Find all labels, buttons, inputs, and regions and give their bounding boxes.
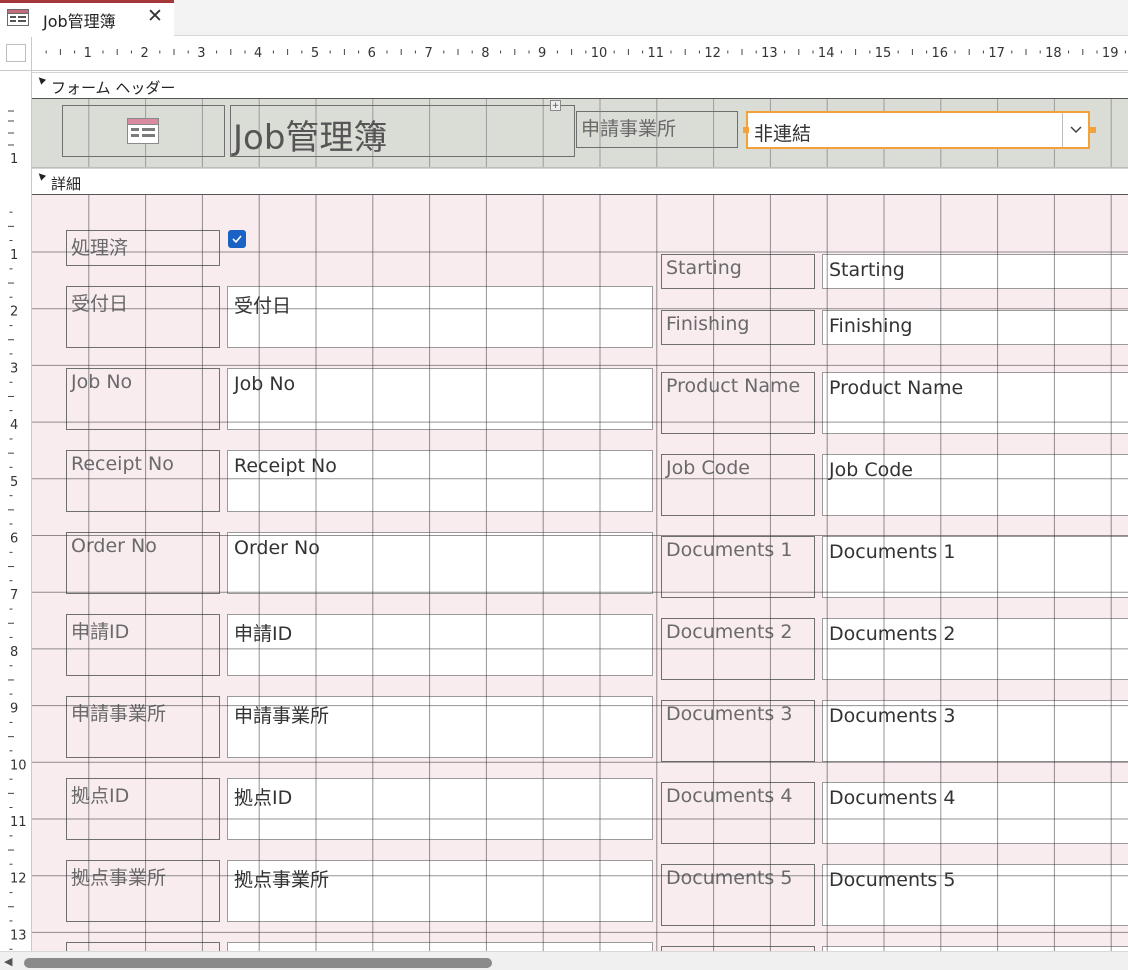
processed-checkbox[interactable] xyxy=(228,230,246,248)
label-order-no[interactable]: Order No xyxy=(66,532,220,594)
ruler-label: 12 xyxy=(10,872,27,887)
label-job-no[interactable]: Job No xyxy=(66,368,220,430)
label-base-id[interactable]: 拠点ID xyxy=(66,778,220,840)
ruler-label: 8 xyxy=(10,645,18,660)
ruler-label: 6 xyxy=(368,46,376,61)
ruler-label: 5 xyxy=(10,475,18,490)
documents-5-field[interactable]: Documents 5 xyxy=(822,864,1128,926)
resize-handle[interactable] xyxy=(743,127,749,133)
label-starting[interactable]: Starting xyxy=(661,254,815,289)
ruler-label: 9 xyxy=(538,46,546,61)
ruler-label: 13 xyxy=(10,928,27,943)
office-combo-value: 非連結 xyxy=(754,123,812,145)
label-receipt-no[interactable]: Receipt No xyxy=(66,450,220,512)
ruler-label: 7 xyxy=(424,46,432,61)
application-office-field[interactable]: 申請事業所 xyxy=(227,696,653,758)
label-job-code[interactable]: Job Code xyxy=(661,454,815,516)
form-header-section-bar[interactable]: ▲ フォーム ヘッダー xyxy=(32,72,1128,99)
section-arrow-icon: ▲ xyxy=(35,170,48,182)
ruler-label: 2 xyxy=(10,305,18,320)
form-icon xyxy=(7,9,29,26)
detail-section-bar[interactable]: ▲ 詳細 xyxy=(32,168,1128,195)
field-cut-off[interactable] xyxy=(227,942,653,951)
form-header-section-label: フォーム ヘッダー xyxy=(51,79,176,97)
scrollbar-thumb[interactable] xyxy=(24,958,492,968)
starting-field[interactable]: Starting xyxy=(822,254,1128,289)
close-icon[interactable]: ✕ xyxy=(145,5,165,27)
label-cut-off[interactable] xyxy=(66,942,220,951)
job-no-field[interactable]: Job No xyxy=(227,368,653,430)
documents-3-field[interactable]: Documents 3 xyxy=(822,700,1128,762)
office-combo-box[interactable]: 非連結 xyxy=(746,111,1090,149)
base-office-field[interactable]: 拠点事業所 xyxy=(227,860,653,922)
ruler-label: 11 xyxy=(648,46,665,61)
ruler-label: 1 xyxy=(10,248,18,263)
label-base-office[interactable]: 拠点事業所 xyxy=(66,860,220,922)
ruler-label: 10 xyxy=(10,758,27,773)
move-handle-icon[interactable]: + xyxy=(550,100,561,111)
ruler-label: 1 xyxy=(10,152,18,167)
ruler-label: 18 xyxy=(1045,46,1062,61)
label-processed[interactable]: 処理済 xyxy=(66,230,220,266)
horizontal-ruler: 1 2 3 4 5 6 7 8 9 10 11 12 13 14 15 16 17 18 19 xyxy=(32,37,1128,71)
ruler-label: 7 xyxy=(10,588,18,603)
label-application-office[interactable]: 申請事業所 xyxy=(66,696,220,758)
ruler-label: 3 xyxy=(197,46,205,61)
label-received-date[interactable]: 受付日 xyxy=(66,286,220,348)
ruler-label: 14 xyxy=(818,46,835,61)
base-id-field[interactable]: 拠点ID xyxy=(227,778,653,840)
ruler-label: 10 xyxy=(591,46,608,61)
label-documents-5[interactable]: Documents 5 xyxy=(661,864,815,926)
section-arrow-icon: ▲ xyxy=(35,74,48,86)
ruler-label: 6 xyxy=(10,532,18,547)
label-finishing[interactable]: Finishing xyxy=(661,310,815,345)
label-product-name[interactable]: Product Name xyxy=(661,372,815,434)
order-no-field[interactable]: Order No xyxy=(227,532,653,594)
label-application-id[interactable]: 申請ID xyxy=(66,614,220,676)
ruler-label: 3 xyxy=(10,361,18,376)
vertical-ruler: 1 1 2 3 4 5 6 7 8 9 10 11 12 13 xyxy=(0,71,32,951)
ruler-label: 15 xyxy=(875,46,892,61)
form-icon xyxy=(127,118,159,144)
label-documents-2[interactable]: Documents 2 xyxy=(661,618,815,680)
ruler-label: 1 xyxy=(84,46,92,61)
ruler-label: 8 xyxy=(481,46,489,61)
tab-title: Job管理簿 xyxy=(43,12,116,31)
ruler-label: 19 xyxy=(1102,46,1119,61)
ruler-label: 4 xyxy=(254,46,262,61)
ruler-label: 16 xyxy=(932,46,949,61)
logo-frame[interactable] xyxy=(62,105,225,157)
documents-1-field[interactable]: Documents 1 xyxy=(822,536,1128,598)
product-name-field[interactable]: Product Name xyxy=(822,372,1128,434)
office-label[interactable]: 申請事業所 xyxy=(576,111,738,148)
label-documents-3[interactable]: Documents 3 xyxy=(661,700,815,762)
ruler-label: 12 xyxy=(704,46,721,61)
job-code-field[interactable]: Job Code xyxy=(822,454,1128,516)
ruler-label: 2 xyxy=(140,46,148,61)
detail-section-label: 詳細 xyxy=(51,175,82,193)
documents-2-field[interactable]: Documents 2 xyxy=(822,618,1128,680)
receipt-no-field[interactable]: Receipt No xyxy=(227,450,653,512)
ruler-label: 9 xyxy=(10,702,18,717)
received-date-field[interactable]: 受付日 xyxy=(227,286,653,348)
chevron-down-icon[interactable] xyxy=(1062,113,1088,147)
ruler-label: 17 xyxy=(988,46,1005,61)
ruler-label: 11 xyxy=(10,815,27,830)
form-selector[interactable] xyxy=(6,44,26,62)
finishing-field[interactable]: Finishing xyxy=(822,310,1128,345)
application-id-field[interactable]: 申請ID xyxy=(227,614,653,676)
label-documents-1[interactable]: Documents 1 xyxy=(661,536,815,598)
form-title[interactable]: Job管理簿 xyxy=(230,105,575,158)
label-documents-4[interactable]: Documents 4 xyxy=(661,782,815,844)
ruler-label: 5 xyxy=(311,46,319,61)
resize-handle[interactable] xyxy=(1090,127,1096,133)
scroll-left-arrow-icon[interactable]: ◀ xyxy=(4,955,12,968)
ruler-label: 4 xyxy=(10,418,18,433)
ruler-label: 13 xyxy=(761,46,778,61)
documents-4-field[interactable]: Documents 4 xyxy=(822,782,1128,844)
